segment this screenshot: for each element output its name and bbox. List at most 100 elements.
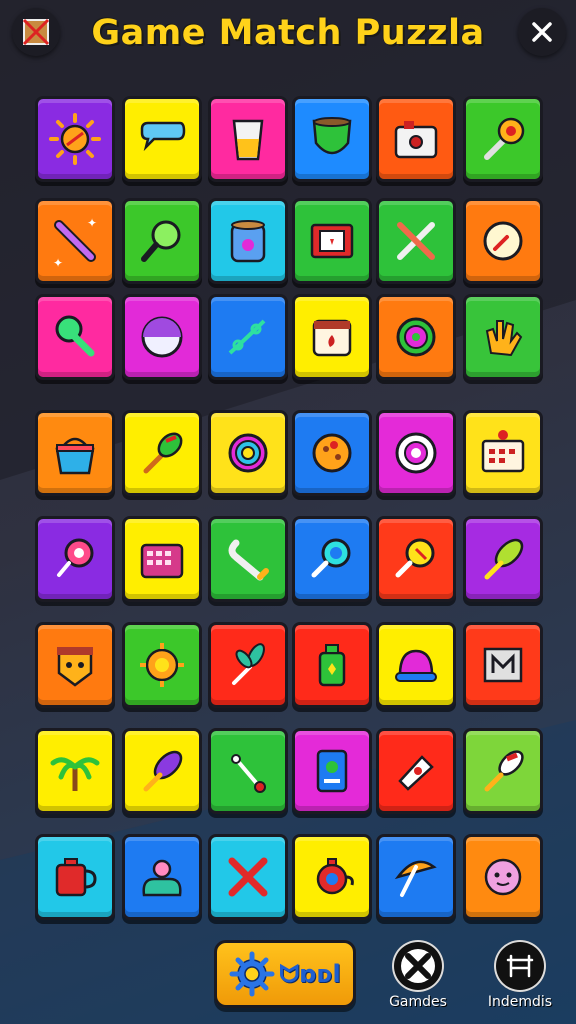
game-tile[interactable]	[376, 728, 456, 814]
lens-icon	[311, 538, 351, 578]
game-tile[interactable]	[122, 294, 202, 380]
umbrella-icon	[394, 860, 437, 897]
hand-icon	[485, 320, 523, 357]
game-tile[interactable]	[292, 516, 372, 602]
mask-icon	[57, 647, 93, 687]
game-tile[interactable]	[376, 198, 456, 284]
chair-icon	[506, 954, 534, 978]
game-tile[interactable]	[208, 834, 288, 920]
game-tile[interactable]	[35, 728, 115, 814]
nav-games-label: Gamdes	[389, 994, 447, 1010]
lollipop-icon	[57, 538, 94, 577]
game-tile[interactable]	[208, 622, 288, 708]
ring-icon	[228, 433, 268, 473]
donut-icon	[395, 432, 437, 474]
play-label: ᗢɒᴅl	[279, 960, 341, 988]
game-tile[interactable]	[122, 96, 202, 182]
game-tile[interactable]	[208, 516, 288, 602]
palm-icon	[50, 757, 100, 791]
game-tile[interactable]	[122, 834, 202, 920]
game-tile[interactable]	[463, 410, 543, 496]
game-tile[interactable]	[292, 96, 372, 182]
game-tile[interactable]: ✦ ✦	[35, 198, 115, 284]
game-tile[interactable]	[463, 728, 543, 814]
gear-icon	[229, 951, 275, 997]
spoon-icon	[395, 538, 435, 578]
game-tile[interactable]	[35, 834, 115, 920]
game-tile[interactable]	[208, 294, 288, 380]
svg-text:✦: ✦	[87, 216, 97, 230]
leaf-brush-icon	[484, 538, 524, 580]
pencil-icon: ✦✦	[53, 216, 97, 270]
frame-icon	[483, 647, 523, 683]
game-tile[interactable]	[35, 516, 115, 602]
game-tile[interactable]	[463, 96, 543, 182]
tool-icon	[231, 754, 266, 793]
left-corner-button[interactable]	[12, 8, 60, 56]
wrench-ball-icon	[55, 315, 95, 357]
brush-icon	[143, 432, 183, 474]
shield-cup-icon	[312, 117, 352, 155]
game-tile[interactable]	[208, 96, 288, 182]
page-title: Game Match Puzzla	[91, 13, 485, 53]
game-tile[interactable]	[35, 410, 115, 496]
nav-games[interactable]: Gamdes	[368, 940, 468, 1010]
game-tile[interactable]	[35, 294, 115, 380]
game-tile[interactable]	[376, 622, 456, 708]
plant-icon	[232, 643, 265, 685]
torch-icon	[484, 117, 525, 160]
crossed-tools-icon	[397, 222, 435, 260]
game-tile[interactable]	[292, 410, 372, 496]
game-tile[interactable]	[376, 410, 456, 496]
game-tile[interactable]	[376, 516, 456, 602]
teapot-icon	[316, 858, 354, 895]
game-tile[interactable]	[122, 410, 202, 496]
crossed-box-icon	[22, 18, 50, 46]
phone-icon	[316, 749, 348, 793]
nav-indemdis-circle	[494, 940, 546, 992]
radio-icon	[394, 121, 438, 159]
pen-nib-icon	[398, 755, 434, 791]
toaster-icon	[312, 319, 352, 357]
play-button[interactable]: ᗢɒᴅl	[214, 940, 356, 1008]
game-tile[interactable]	[35, 622, 115, 708]
flower-face-icon	[484, 858, 522, 896]
svg-text:✦: ✦	[53, 256, 63, 270]
keypad-icon	[140, 543, 184, 579]
paint-brush-icon	[484, 750, 524, 792]
game-tile[interactable]	[376, 834, 456, 920]
game-tile[interactable]	[292, 728, 372, 814]
game-tile[interactable]	[122, 198, 202, 284]
game-tile[interactable]	[292, 834, 372, 920]
jar-icon	[230, 220, 266, 263]
game-tile[interactable]	[463, 516, 543, 602]
half-ball-icon	[141, 316, 183, 358]
nav-indemdis[interactable]: Indemdis	[470, 940, 570, 1010]
game-tile[interactable]	[122, 728, 202, 814]
game-tile[interactable]	[208, 410, 288, 496]
game-tile[interactable]	[376, 294, 456, 380]
game-tile[interactable]	[208, 198, 288, 284]
game-tile[interactable]	[122, 622, 202, 708]
game-tile[interactable]	[463, 622, 543, 708]
cookie-icon	[312, 433, 352, 473]
box-icon	[310, 223, 354, 259]
game-tile[interactable]	[292, 198, 372, 284]
close-button[interactable]	[518, 8, 566, 56]
nav-indemdis-label: Indemdis	[487, 994, 553, 1010]
compass-icon	[483, 221, 523, 261]
game-tile[interactable]	[463, 834, 543, 920]
magnifier-icon	[141, 220, 181, 262]
game-tile[interactable]	[463, 294, 543, 380]
header-bar: Game Match Puzzla	[0, 0, 576, 72]
game-tile[interactable]	[208, 728, 288, 814]
game-tile[interactable]	[122, 516, 202, 602]
game-tile[interactable]	[376, 96, 456, 182]
game-tile[interactable]	[463, 198, 543, 284]
game-tile[interactable]	[292, 622, 372, 708]
octopus-icon	[142, 859, 182, 897]
basket-icon	[55, 437, 95, 475]
cross-icon	[401, 949, 435, 983]
game-tile[interactable]	[35, 96, 115, 182]
game-tile[interactable]	[292, 294, 372, 380]
